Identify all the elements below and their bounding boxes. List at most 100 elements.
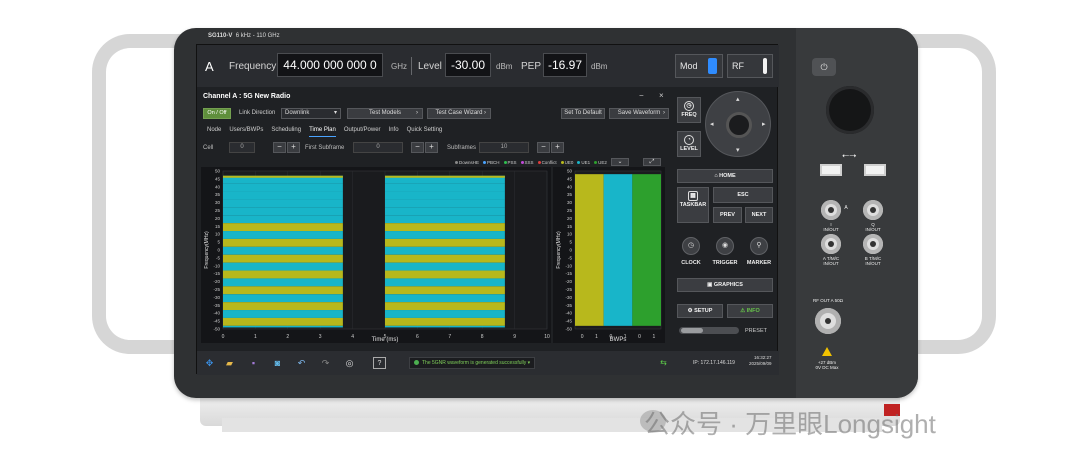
cell-label: Cell bbox=[203, 145, 214, 151]
clock-display: 16:32:27 2025/09/09 bbox=[749, 355, 772, 367]
tab-time-plan[interactable]: Time Plan bbox=[309, 127, 336, 137]
taskbar-key[interactable]: ▦ TASKBAR bbox=[677, 187, 709, 223]
help-icon[interactable]: ? bbox=[373, 357, 386, 369]
rf-toggle[interactable]: RF bbox=[727, 54, 773, 78]
y-tick-label: 50 bbox=[567, 169, 573, 174]
expand-icon[interactable]: ⤢ bbox=[643, 158, 661, 166]
record-icon[interactable]: ◎ bbox=[343, 357, 356, 369]
decrement-button[interactable]: − bbox=[411, 142, 424, 153]
info-key[interactable]: ⚠ INFO bbox=[727, 304, 773, 318]
level-unit: dBm bbox=[496, 62, 513, 71]
y-tick-label: 5 bbox=[217, 240, 220, 245]
next-key[interactable]: NEXT bbox=[745, 207, 773, 223]
slider-thumb[interactable] bbox=[681, 328, 703, 333]
tab-info[interactable]: Info bbox=[389, 127, 399, 137]
allocation-block bbox=[223, 325, 343, 328]
level-key[interactable]: ◔ LEVEL bbox=[677, 131, 701, 157]
subframes-field[interactable]: 10 bbox=[479, 142, 529, 153]
camera-icon[interactable]: ◙ bbox=[271, 357, 284, 369]
prev-key[interactable]: PREV bbox=[713, 207, 742, 223]
legend-swatch bbox=[520, 161, 524, 164]
test-models-button[interactable]: Test Models › bbox=[347, 108, 423, 119]
trigger-label: TRIGGER bbox=[712, 260, 738, 266]
level-icon: ◔ bbox=[684, 135, 694, 145]
rf-out-label: RF OUT A 50Ω bbox=[812, 298, 844, 303]
y-tick-label: 35 bbox=[567, 192, 573, 197]
touch-screen: A Frequency 44.000 000 000 0 GHz Level -… bbox=[196, 44, 779, 375]
graphics-key[interactable]: ▣ GRAPHICS bbox=[677, 278, 773, 292]
channel-indicator[interactable]: A bbox=[205, 59, 214, 74]
freq-key[interactable]: ◷ FREQ bbox=[677, 97, 701, 123]
tab-users-bwps[interactable]: Users/BWPs bbox=[229, 127, 263, 137]
allocation-block bbox=[223, 262, 343, 271]
set-to-default-button[interactable]: Set To Default bbox=[561, 108, 605, 119]
link-direction-label: Link Direction bbox=[239, 110, 276, 116]
on-off-toggle[interactable]: On / Off bbox=[203, 108, 231, 119]
warning-icon: ⚠ bbox=[740, 308, 746, 314]
rotary-knob[interactable] bbox=[826, 86, 874, 134]
clock-label: CLOCK bbox=[681, 260, 701, 266]
y-tick-label: 45 bbox=[567, 176, 573, 181]
tab-quick-setting[interactable]: Quick Setting bbox=[407, 127, 443, 137]
increment-button[interactable]: + bbox=[551, 142, 564, 153]
mod-toggle[interactable]: Mod bbox=[675, 54, 723, 78]
setup-key[interactable]: ⚙ SETUP bbox=[677, 304, 723, 318]
warning-triangle-icon bbox=[822, 347, 832, 356]
folder-icon[interactable]: ▰ bbox=[223, 357, 236, 369]
dpad-center-button[interactable] bbox=[726, 112, 752, 138]
graphics-icon: ▣ bbox=[707, 282, 713, 288]
y-tick-label: -40 bbox=[213, 311, 220, 316]
network-icon[interactable]: ⇆ bbox=[657, 357, 670, 369]
redo-icon[interactable]: ↷ bbox=[319, 357, 332, 369]
y-tick-label: 40 bbox=[567, 184, 573, 189]
collapse-button[interactable]: ⌄ bbox=[611, 158, 629, 166]
minimize-button[interactable]: − bbox=[639, 91, 644, 100]
tab-scheduling[interactable]: Scheduling bbox=[271, 127, 301, 137]
legend-swatch bbox=[594, 161, 598, 164]
navigation-dpad[interactable]: ▴ ▾ ◂ ▸ bbox=[705, 91, 771, 157]
bwp-bar bbox=[603, 174, 633, 326]
success-icon bbox=[414, 360, 419, 366]
frequency-field[interactable]: 44.000 000 000 0 bbox=[277, 53, 383, 77]
decrement-button[interactable]: − bbox=[273, 142, 286, 153]
first-subframe-field[interactable]: 0 bbox=[353, 142, 403, 153]
marker-icon[interactable]: ⚲ bbox=[750, 237, 768, 255]
link-direction-select[interactable]: Downlink ▾ bbox=[281, 108, 341, 119]
undo-icon[interactable]: ↶ bbox=[295, 357, 308, 369]
allocation-block bbox=[385, 325, 505, 328]
decrement-button[interactable]: − bbox=[537, 142, 550, 153]
bwp-bar bbox=[632, 174, 661, 326]
save-icon[interactable]: ▪ bbox=[247, 357, 260, 369]
y-tick-label: 35 bbox=[215, 192, 221, 197]
legend-item: UE0 bbox=[560, 160, 573, 165]
trigger-icon[interactable]: ◉ bbox=[716, 237, 734, 255]
watermark: 公众号 · 万里眼Longsight bbox=[644, 409, 936, 439]
x-tick-label: 3 bbox=[319, 334, 322, 340]
x-tick-label: 9 bbox=[513, 334, 516, 340]
cell-field[interactable]: 0 bbox=[229, 142, 255, 153]
y-tick-label: -15 bbox=[213, 271, 220, 276]
tab-output-power[interactable]: Output/Power bbox=[344, 127, 381, 137]
y-tick-label: -50 bbox=[213, 327, 220, 332]
tab-node[interactable]: Node bbox=[207, 127, 221, 137]
legend-item: DownsHE bbox=[455, 160, 479, 165]
allocation-block bbox=[223, 278, 343, 287]
esc-key[interactable]: ESC bbox=[713, 187, 773, 203]
clock-icon[interactable]: ◷ bbox=[682, 237, 700, 255]
app-menu-icon[interactable]: ✥ bbox=[203, 357, 216, 369]
power-button[interactable]: ⏻ bbox=[812, 58, 836, 76]
y-tick-label: -35 bbox=[213, 303, 220, 308]
increment-button[interactable]: + bbox=[425, 142, 438, 153]
preset-slider[interactable] bbox=[679, 327, 739, 334]
allocation-block bbox=[223, 310, 343, 318]
a-tmc-connector bbox=[821, 234, 841, 254]
test-case-wizard-button[interactable]: Test Case Wizard › bbox=[427, 108, 491, 119]
y-tick-label: 50 bbox=[215, 169, 221, 174]
mod-label: Mod bbox=[680, 61, 698, 71]
level-field[interactable]: -30.00 bbox=[445, 53, 491, 77]
close-button[interactable]: × bbox=[659, 91, 664, 100]
save-waveform-button[interactable]: Save Waveform › bbox=[609, 108, 669, 119]
home-key[interactable]: ⌂ HOME bbox=[677, 169, 773, 183]
x-tick-label: 1 bbox=[254, 334, 257, 340]
increment-button[interactable]: + bbox=[287, 142, 300, 153]
